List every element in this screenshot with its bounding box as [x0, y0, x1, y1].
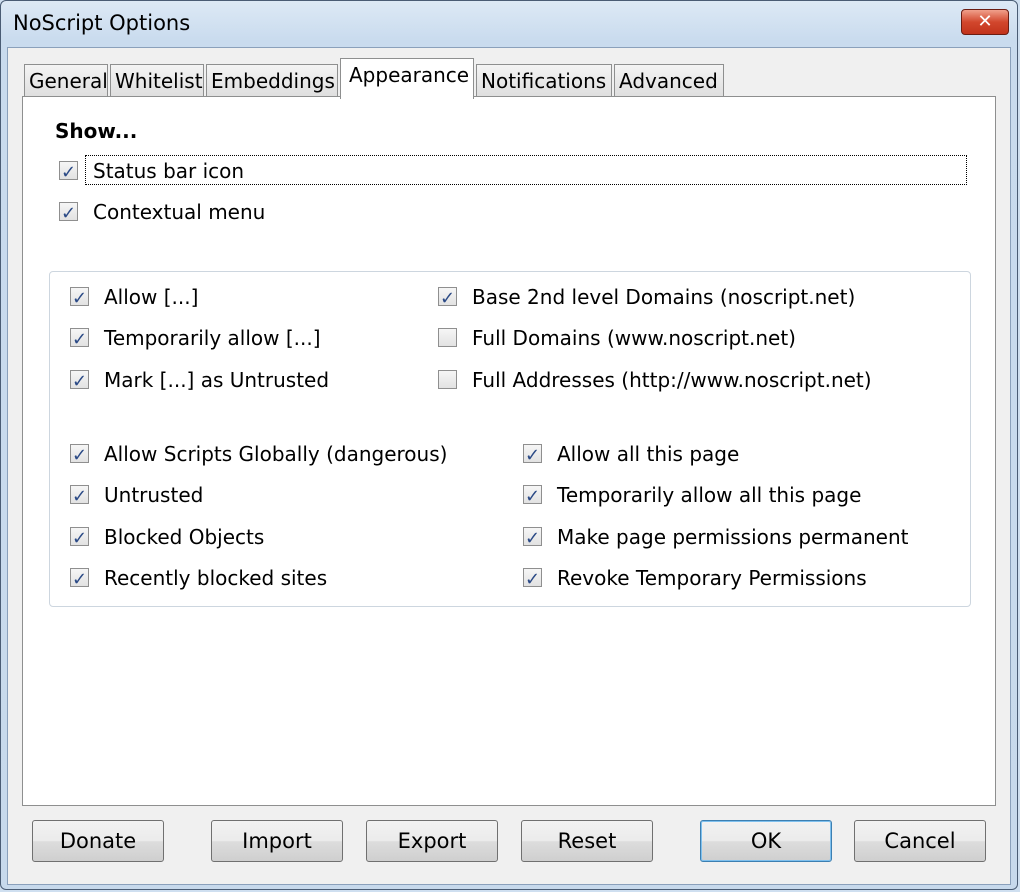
cancel-button[interactable]: Cancel: [854, 820, 986, 862]
checkbox-label: Recently blocked sites: [104, 566, 328, 590]
checkbox-box[interactable]: ✓: [70, 527, 89, 549]
checkmark-icon: ✓: [525, 528, 541, 549]
title-bar[interactable]: NoScript Options ✕: [1, 1, 1017, 47]
close-button[interactable]: ✕: [961, 9, 1009, 35]
checkbox-label: Make page permissions permanent: [557, 525, 909, 549]
checkbox-box[interactable]: ✓: [438, 287, 457, 309]
donate-button[interactable]: Donate: [32, 820, 164, 862]
checkbox-box[interactable]: ✓: [523, 485, 542, 507]
tab-notifications[interactable]: Notifications: [476, 64, 612, 97]
checkbox-box[interactable]: ✓: [523, 568, 542, 590]
checkmark-icon: ✓: [72, 371, 88, 392]
checkmark-icon: ✓: [440, 288, 456, 309]
window-title: NoScript Options: [13, 11, 191, 35]
checkmark-icon: ✓: [61, 162, 77, 183]
export-button[interactable]: Export: [366, 820, 498, 862]
import-button[interactable]: Import: [211, 820, 343, 862]
checkbox-box[interactable]: [438, 370, 457, 389]
checkbox-box[interactable]: ✓: [59, 161, 78, 183]
checkbox-label: Allow Scripts Globally (dangerous): [104, 442, 448, 466]
checkbox-label: Revoke Temporary Permissions: [557, 566, 867, 590]
menu-items-group: ✓ Allow [...] ✓ Temporarily allow [...] …: [49, 271, 971, 607]
checkbox-label: Full Domains (www.noscript.net): [472, 326, 796, 350]
checkbox-box[interactable]: ✓: [70, 444, 89, 466]
checkbox-box[interactable]: ✓: [70, 568, 89, 590]
tab-advanced[interactable]: Advanced: [614, 64, 724, 97]
checkmark-icon: ✓: [72, 329, 88, 350]
checkbox-label: Full Addresses (http://www.noscript.net): [472, 368, 872, 392]
checkmark-icon: ✓: [525, 569, 541, 590]
checkbox-box[interactable]: ✓: [59, 202, 78, 224]
appearance-panel: Show... ✓ Status bar icon ✓ Contextual m…: [22, 96, 996, 806]
checkbox-label: Base 2nd level Domains (noscript.net): [472, 285, 856, 309]
reset-button[interactable]: Reset: [521, 820, 653, 862]
tab-whitelist[interactable]: Whitelist: [110, 64, 204, 97]
checkmark-icon: ✓: [72, 445, 88, 466]
checkbox-box[interactable]: ✓: [70, 328, 89, 350]
checkmark-icon: ✓: [61, 203, 77, 224]
checkmark-icon: ✓: [72, 528, 88, 549]
checkmark-icon: ✓: [72, 288, 88, 309]
show-heading: Show...: [55, 119, 138, 143]
dialog-client: General Whitelist Embeddings Appearance …: [7, 47, 1011, 885]
checkbox-label: Untrusted: [104, 483, 204, 507]
checkbox-label: Contextual menu: [93, 200, 266, 224]
ok-button[interactable]: OK: [700, 820, 832, 862]
checkbox-label: Status bar icon: [93, 159, 245, 183]
checkbox-label: Allow [...]: [104, 285, 199, 309]
checkbox-label: Allow all this page: [557, 442, 740, 466]
close-icon: ✕: [977, 11, 993, 32]
tab-embeddings[interactable]: Embeddings: [206, 64, 338, 97]
checkmark-icon: ✓: [72, 486, 88, 507]
checkbox-label: Temporarily allow all this page: [557, 483, 862, 507]
tab-general[interactable]: General: [24, 64, 108, 97]
checkbox-label: Temporarily allow [...]: [104, 326, 321, 350]
checkbox-box[interactable]: [438, 328, 457, 347]
checkbox-label: Blocked Objects: [104, 525, 265, 549]
options-window: NoScript Options ✕ General Whitelist Emb…: [0, 0, 1018, 890]
checkbox-box[interactable]: ✓: [70, 370, 89, 392]
checkbox-box[interactable]: ✓: [523, 444, 542, 466]
checkbox-box[interactable]: ✓: [523, 527, 542, 549]
button-row: Donate Import Export Reset OK Cancel: [8, 820, 1010, 864]
checkbox-box[interactable]: ✓: [70, 287, 89, 309]
checkmark-icon: ✓: [525, 486, 541, 507]
checkbox-box[interactable]: ✓: [70, 485, 89, 507]
checkmark-icon: ✓: [525, 445, 541, 466]
checkbox-label: Mark [...] as Untrusted: [104, 368, 330, 392]
tab-appearance[interactable]: Appearance: [340, 58, 474, 99]
checkmark-icon: ✓: [72, 569, 88, 590]
